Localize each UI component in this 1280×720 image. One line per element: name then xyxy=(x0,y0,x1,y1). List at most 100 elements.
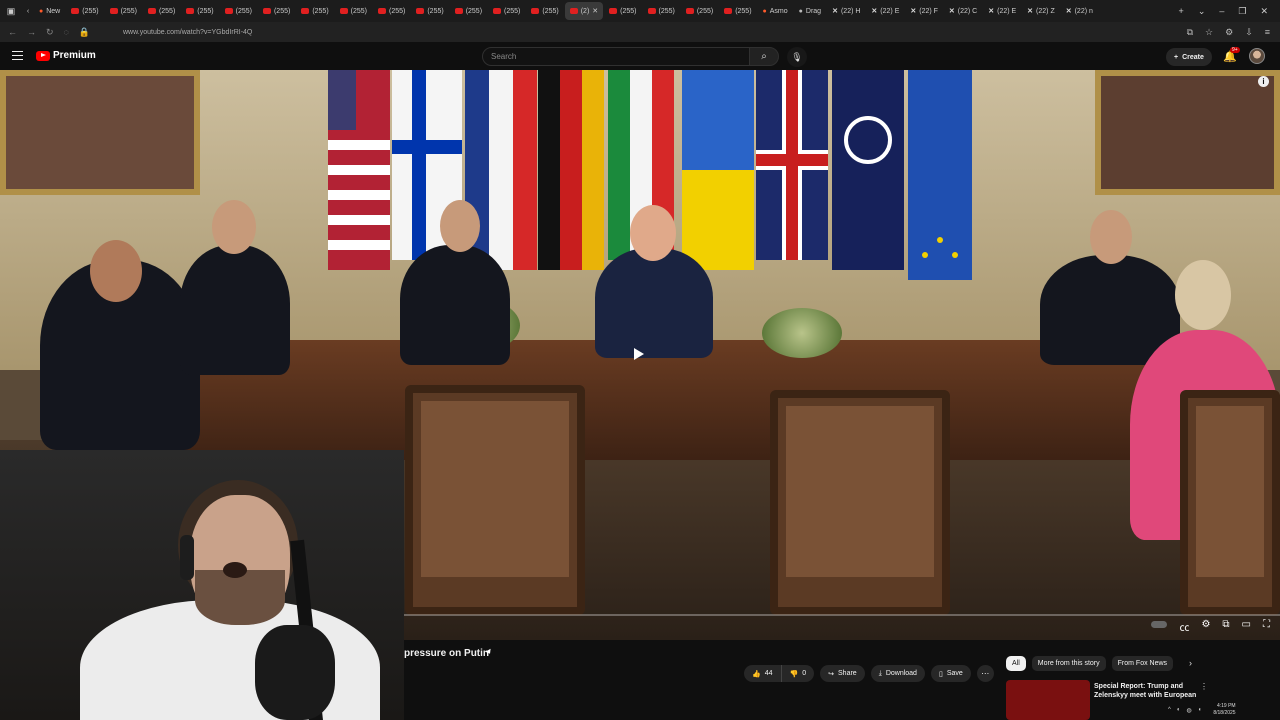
browser-tab-label: (255) xyxy=(465,7,483,15)
video-scene-person xyxy=(400,245,510,365)
settings-gear-icon[interactable]: ⚙ xyxy=(1201,619,1210,634)
chip-from-fox-news[interactable]: From Fox News xyxy=(1111,656,1174,671)
reload-icon[interactable]: ↻ xyxy=(46,27,54,38)
minimize-icon[interactable]: – xyxy=(1219,6,1224,16)
browser-tab[interactable]: (255) xyxy=(373,2,410,20)
forward-icon[interactable]: → xyxy=(27,27,36,38)
account-avatar[interactable] xyxy=(1249,48,1265,64)
volume-icon[interactable]: ◖ xyxy=(1198,707,1202,713)
browser-tab[interactable]: ✕ (22) E xyxy=(866,2,904,20)
share-button[interactable]: ↪ Share xyxy=(820,665,865,682)
browser-tab[interactable]: (255) xyxy=(488,2,525,20)
chevron-right-icon[interactable]: › xyxy=(1189,658,1192,668)
extension-icon[interactable]: ⚙ xyxy=(1225,27,1233,38)
browser-tab-label: (22) F xyxy=(919,7,938,15)
browser-tab[interactable]: ● Asmo xyxy=(758,2,793,20)
notification-count-badge: 9+ xyxy=(1230,47,1240,53)
browser-tab[interactable]: (255) xyxy=(604,2,641,20)
more-actions-icon[interactable]: ⋯ xyxy=(976,665,994,682)
browser-tab-label: (255) xyxy=(427,7,444,15)
url-field[interactable]: www.youtube.com/watch?v=YGbdIrRI-4Q xyxy=(123,29,252,36)
browser-tab[interactable]: ✕ (22) C xyxy=(944,2,982,20)
back-icon[interactable]: ← xyxy=(8,27,17,38)
browser-tab[interactable]: (255) xyxy=(105,2,142,20)
browser-tab[interactable]: ✕ (22) E xyxy=(983,2,1021,20)
dislike-button[interactable]: 👎 0 xyxy=(781,665,815,682)
search-input[interactable]: Search xyxy=(482,47,750,66)
video-play-icon[interactable] xyxy=(634,348,644,360)
browser-tab[interactable]: (255) xyxy=(526,2,563,20)
search-button[interactable]: ⌕ xyxy=(749,47,779,66)
browser-tab[interactable]: ✕ (22) H xyxy=(827,2,865,20)
close-tab-icon[interactable]: ✕ xyxy=(592,7,598,15)
download-button[interactable]: ⤓ Download xyxy=(870,665,925,682)
browser-tab[interactable]: (255) xyxy=(143,2,180,20)
browser-tab[interactable]: ● Drag xyxy=(794,2,826,20)
youtube-logo-icon xyxy=(36,50,50,61)
recommendation-menu-icon[interactable]: ⋮ xyxy=(1200,682,1208,691)
downloads-icon[interactable]: ⇩ xyxy=(1245,27,1253,38)
info-icon[interactable]: i xyxy=(1258,76,1269,87)
youtube-icon xyxy=(301,8,310,14)
tray-chevron-icon[interactable]: ^ xyxy=(1168,707,1171,713)
hamburger-menu-icon[interactable] xyxy=(12,51,23,60)
browser-tab[interactable]: (255) xyxy=(335,2,372,20)
browser-tab-label: (255) xyxy=(658,7,675,15)
back-tab-icon[interactable]: ‹ xyxy=(22,8,34,15)
browser-tab[interactable]: ✕ (22) F xyxy=(905,2,943,20)
browser-tab[interactable]: ● New xyxy=(34,2,65,20)
chip-all[interactable]: All xyxy=(1006,656,1026,671)
captions-icon[interactable]: ㏄ xyxy=(1179,619,1189,634)
video-progress-bar[interactable] xyxy=(404,614,1280,616)
browser-tab[interactable]: ✕ (22) Z xyxy=(1022,2,1060,20)
chip-more-from-story[interactable]: More from this story xyxy=(1031,656,1106,671)
browser-tab-label: (255) xyxy=(350,7,367,15)
youtube-header: Premium Search ⌕ 🎙 + Create 🔔 9+ xyxy=(0,42,1280,70)
theater-mode-icon[interactable]: ▭ xyxy=(1242,619,1251,634)
x-icon: ✕ xyxy=(988,8,995,15)
browser-tab-label: Drag xyxy=(805,7,822,15)
browser-tab[interactable]: (255) xyxy=(681,2,718,20)
browser-tab[interactable]: (255) xyxy=(643,2,680,20)
new-tab-icon[interactable]: + xyxy=(1179,6,1184,16)
browser-tab[interactable]: (255) xyxy=(411,2,448,20)
restore-icon[interactable]: ❐ xyxy=(1238,6,1246,17)
browser-tab[interactable]: (255) xyxy=(220,2,257,20)
browser-tab[interactable]: ✕ (22) n xyxy=(1061,2,1098,20)
autoplay-toggle[interactable] xyxy=(1151,621,1168,628)
screenshot-icon[interactable]: ⧉ xyxy=(1187,27,1193,38)
recommendation-thumbnail[interactable] xyxy=(1006,680,1090,720)
menu-icon[interactable]: ≡ xyxy=(1265,27,1270,37)
sidebar-toggle-icon[interactable]: ▣ xyxy=(0,6,22,17)
browser-tab[interactable]: (255) xyxy=(719,2,756,20)
save-button[interactable]: ▯ Save xyxy=(930,665,971,682)
create-button[interactable]: + Create xyxy=(1166,48,1212,66)
browser-tab[interactable]: (255) xyxy=(181,2,218,20)
lock-icon[interactable]: 🔒 xyxy=(79,27,90,38)
shield-icon[interactable]: ◌ xyxy=(64,27,69,38)
system-clock[interactable]: 4:19 PM 8/18/2025 xyxy=(1213,703,1235,717)
voice-search-button[interactable]: 🎙 xyxy=(787,47,807,67)
browser-tab[interactable]: (255) xyxy=(296,2,333,20)
like-button[interactable]: 👍 44 xyxy=(744,665,782,682)
clock-time: 4:19 PM xyxy=(1216,703,1236,709)
network-icon[interactable]: ◍ xyxy=(1186,707,1191,714)
x-icon: ✕ xyxy=(948,8,955,15)
tab-list-icon[interactable]: ⌄ xyxy=(1198,6,1206,17)
miniplayer-icon[interactable]: ⧉ xyxy=(1222,619,1229,634)
browser-tab[interactable]: (255) xyxy=(258,2,295,20)
browser-tab[interactable]: (2) ✕ xyxy=(564,2,604,20)
browser-tab-label: (255) xyxy=(158,7,176,15)
video-scene-head xyxy=(90,240,142,302)
browser-tab[interactable]: (255) xyxy=(450,2,487,20)
recommendation-title[interactable]: Special Report: Trump and Zelenskyy meet… xyxy=(1094,682,1204,700)
browser-tab[interactable]: (255) xyxy=(66,2,103,20)
tray-app-icon[interactable]: ◐ xyxy=(1177,707,1181,713)
youtube-premium-logo[interactable]: Premium xyxy=(36,50,96,61)
close-window-icon[interactable]: ✕ xyxy=(1260,6,1268,17)
browser-tab-label: (22) Z xyxy=(1036,7,1055,15)
like-dislike-group: 👍 44 👎 0 xyxy=(744,665,815,682)
youtube-icon xyxy=(493,8,502,14)
fullscreen-icon[interactable]: ⛶ xyxy=(1263,619,1270,634)
bookmark-star-icon[interactable]: ☆ xyxy=(1205,27,1213,38)
